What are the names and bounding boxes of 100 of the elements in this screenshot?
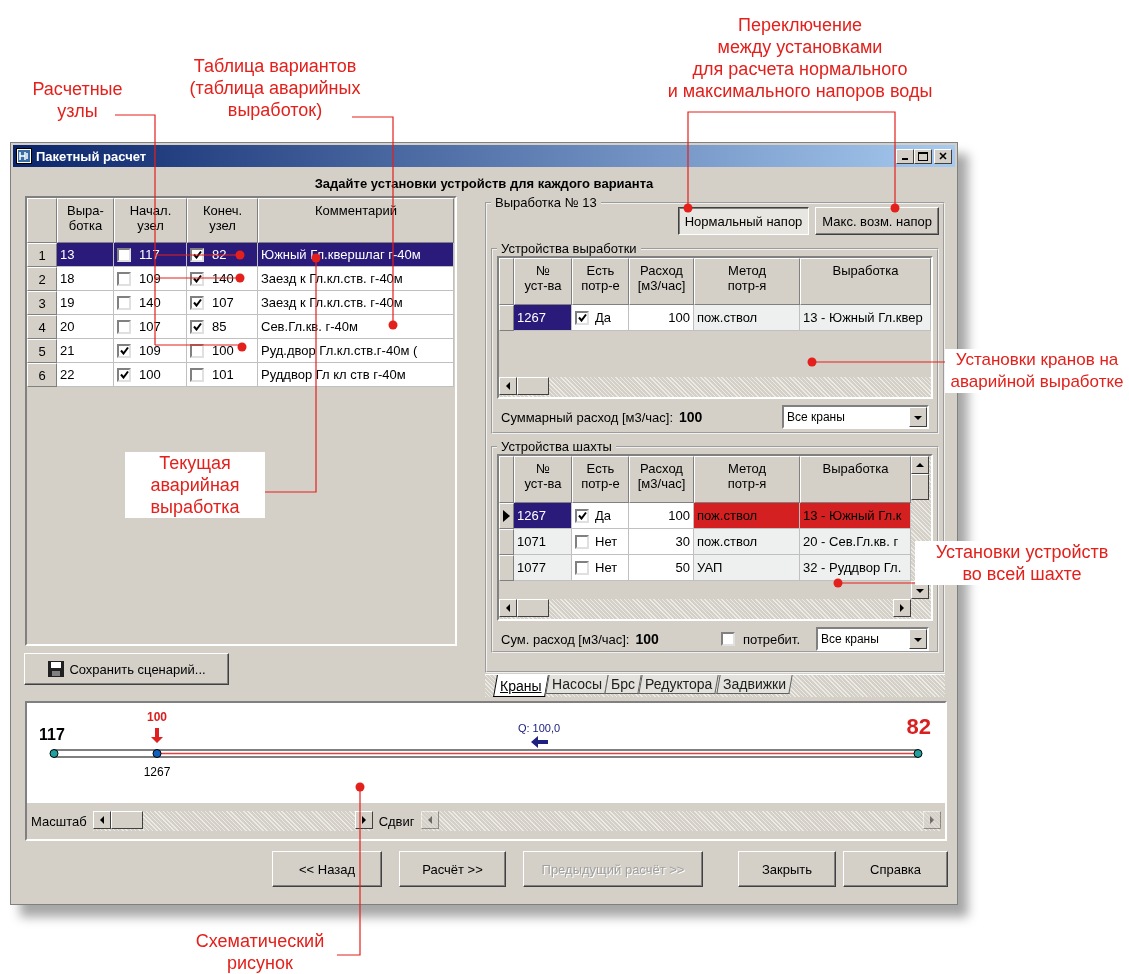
row-header[interactable]: 1 — [27, 243, 57, 267]
row-indicator[interactable] — [499, 503, 514, 529]
dialog-button[interactable]: Закрыть — [738, 851, 836, 887]
row-header[interactable] — [499, 529, 514, 555]
table-cell: 100 — [629, 503, 694, 529]
total-value: 100 — [679, 409, 703, 425]
tab[interactable]: Задвижки — [716, 675, 793, 694]
row-header[interactable] — [499, 305, 514, 331]
row-header[interactable]: 6 — [27, 363, 57, 387]
table-cell: 1267 — [514, 503, 572, 529]
checkbox[interactable] — [117, 343, 131, 358]
scroll-thumb[interactable] — [110, 811, 143, 829]
tab[interactable]: Брс — [604, 675, 643, 694]
column-header[interactable]: № уст-ва — [514, 456, 572, 503]
scroll-thumb[interactable] — [911, 474, 929, 500]
tab[interactable]: Насосы — [544, 675, 609, 694]
callout-text: Схематический рисунок — [194, 930, 326, 974]
row-header[interactable] — [499, 555, 514, 581]
row-header[interactable]: 5 — [27, 339, 57, 363]
dialog-button[interactable]: << Назад — [272, 851, 382, 887]
scroll-left-button[interactable] — [92, 811, 111, 829]
triangle-right-icon — [898, 603, 906, 613]
checkbox[interactable] — [117, 319, 131, 334]
checkbox[interactable] — [190, 319, 204, 334]
column-header[interactable]: Метод потр-я — [694, 456, 800, 503]
scroll-down-button[interactable] — [909, 629, 927, 649]
dropdown[interactable]: Все краны — [816, 627, 929, 651]
table-cell: 1267 — [514, 305, 572, 331]
scroll-right-button[interactable] — [893, 599, 911, 617]
scroll-down-button[interactable] — [909, 407, 927, 427]
minimize-button[interactable] — [896, 148, 914, 164]
horizontal-scrollbar[interactable] — [499, 599, 931, 619]
table-row[interactable]: 6 22 100 101 Руддвор Гл кл ств г-40м — [27, 363, 455, 387]
table-row[interactable]: 4 20 107 85 Сев.Гл.кв. г-40м — [27, 315, 455, 339]
checkbox[interactable] — [575, 534, 589, 549]
dialog-button[interactable]: Расчёт >> — [399, 851, 506, 887]
checkbox[interactable] — [720, 632, 735, 646]
checkbox[interactable] — [117, 367, 131, 382]
horizontal-scrollbar[interactable] — [92, 811, 373, 831]
table-row[interactable]: 5 21 109 100 Руд.двор Гл.кл.ств.г-40м ( — [27, 339, 455, 363]
column-header[interactable]: Есть потр-е — [572, 258, 629, 305]
checkbox[interactable] — [117, 247, 131, 262]
scroll-left-button[interactable] — [499, 377, 517, 395]
triangle-down-icon — [915, 586, 925, 594]
tab[interactable]: Редуктора — [638, 675, 720, 694]
column-header[interactable]: Есть потр-е — [572, 456, 629, 503]
table-cell: 30 — [629, 529, 694, 555]
table-row[interactable]: 1 13 117 82 Южный Гл.квершлаг г-40м — [27, 243, 455, 267]
tab[interactable]: Краны — [493, 675, 549, 697]
table-row[interactable]: 2 18 109 140 Заезд к Гл.кл.ств. г-40м — [27, 267, 455, 291]
column-header[interactable]: Выработка — [800, 258, 931, 305]
table-cell: 21 — [57, 339, 114, 363]
column-header[interactable]: Начал. узел — [114, 198, 187, 243]
column-header[interactable]: Расход [м3/час] — [629, 456, 694, 503]
close-button[interactable] — [934, 148, 952, 164]
triangle-right-icon — [928, 815, 936, 825]
flow-label: Q: 100,0 — [517, 722, 561, 734]
column-header[interactable]: Выработка — [800, 456, 911, 503]
scroll-up-button[interactable] — [911, 456, 929, 474]
node-number: 117 — [139, 247, 160, 262]
consumes-label: Нет — [595, 534, 618, 549]
checkbox[interactable] — [575, 560, 589, 575]
save-scenario-button[interactable]: Сохранить сценарий... — [24, 653, 229, 685]
triangle-left-icon — [504, 603, 512, 613]
group-title: Выработка № 13 — [494, 195, 598, 210]
column-header[interactable]: Расход [м3/час] — [629, 258, 694, 305]
device-label: 1267 — [143, 765, 171, 779]
table-row[interactable]: 3 19 140 107 Заезд к Гл.кл.ств. г-40м — [27, 291, 455, 315]
scroll-thumb[interactable] — [517, 599, 549, 617]
scroll-left-button[interactable] — [499, 599, 517, 617]
scale-label: Масштаб — [31, 813, 87, 829]
load-arrow-icon — [151, 728, 163, 743]
checkbox[interactable] — [190, 295, 204, 310]
checkbox[interactable] — [575, 310, 589, 325]
checkbox[interactable] — [575, 508, 589, 523]
toggle-button[interactable]: Нормальный напор — [677, 207, 810, 235]
column-header[interactable]: Метод потр-я — [694, 258, 800, 305]
row-header[interactable]: 4 — [27, 315, 57, 339]
checkbox[interactable] — [117, 271, 131, 286]
dialog-button[interactable]: Справка — [843, 851, 948, 887]
scroll-thumb[interactable] — [517, 377, 549, 395]
row-header[interactable]: 2 — [27, 267, 57, 291]
checkbox[interactable] — [117, 295, 131, 310]
dropdown[interactable]: Все краны — [782, 405, 929, 429]
triangle-left-icon — [504, 381, 512, 391]
column-header[interactable]: Комментарий — [258, 198, 454, 243]
column-header[interactable]: Конеч. узел — [187, 198, 258, 243]
toggle-button[interactable]: Макс. возм. напор — [815, 207, 939, 235]
horizontal-scrollbar[interactable] — [499, 377, 931, 397]
table-cell: 13 — [57, 243, 114, 267]
node-number: 140 — [212, 271, 234, 286]
maximize-button[interactable] — [914, 148, 932, 164]
node-number: 101 — [212, 367, 234, 382]
table-cell: Руд.двор Гл.кл.ств.г-40м ( — [258, 339, 454, 363]
shift-label: Сдвиг — [378, 813, 415, 829]
node-number: 109 — [139, 343, 161, 358]
row-header[interactable]: 3 — [27, 291, 57, 315]
checkbox[interactable] — [190, 367, 204, 382]
column-header[interactable]: Выра- ботка — [57, 198, 114, 243]
column-header[interactable]: № уст-ва — [514, 258, 572, 305]
